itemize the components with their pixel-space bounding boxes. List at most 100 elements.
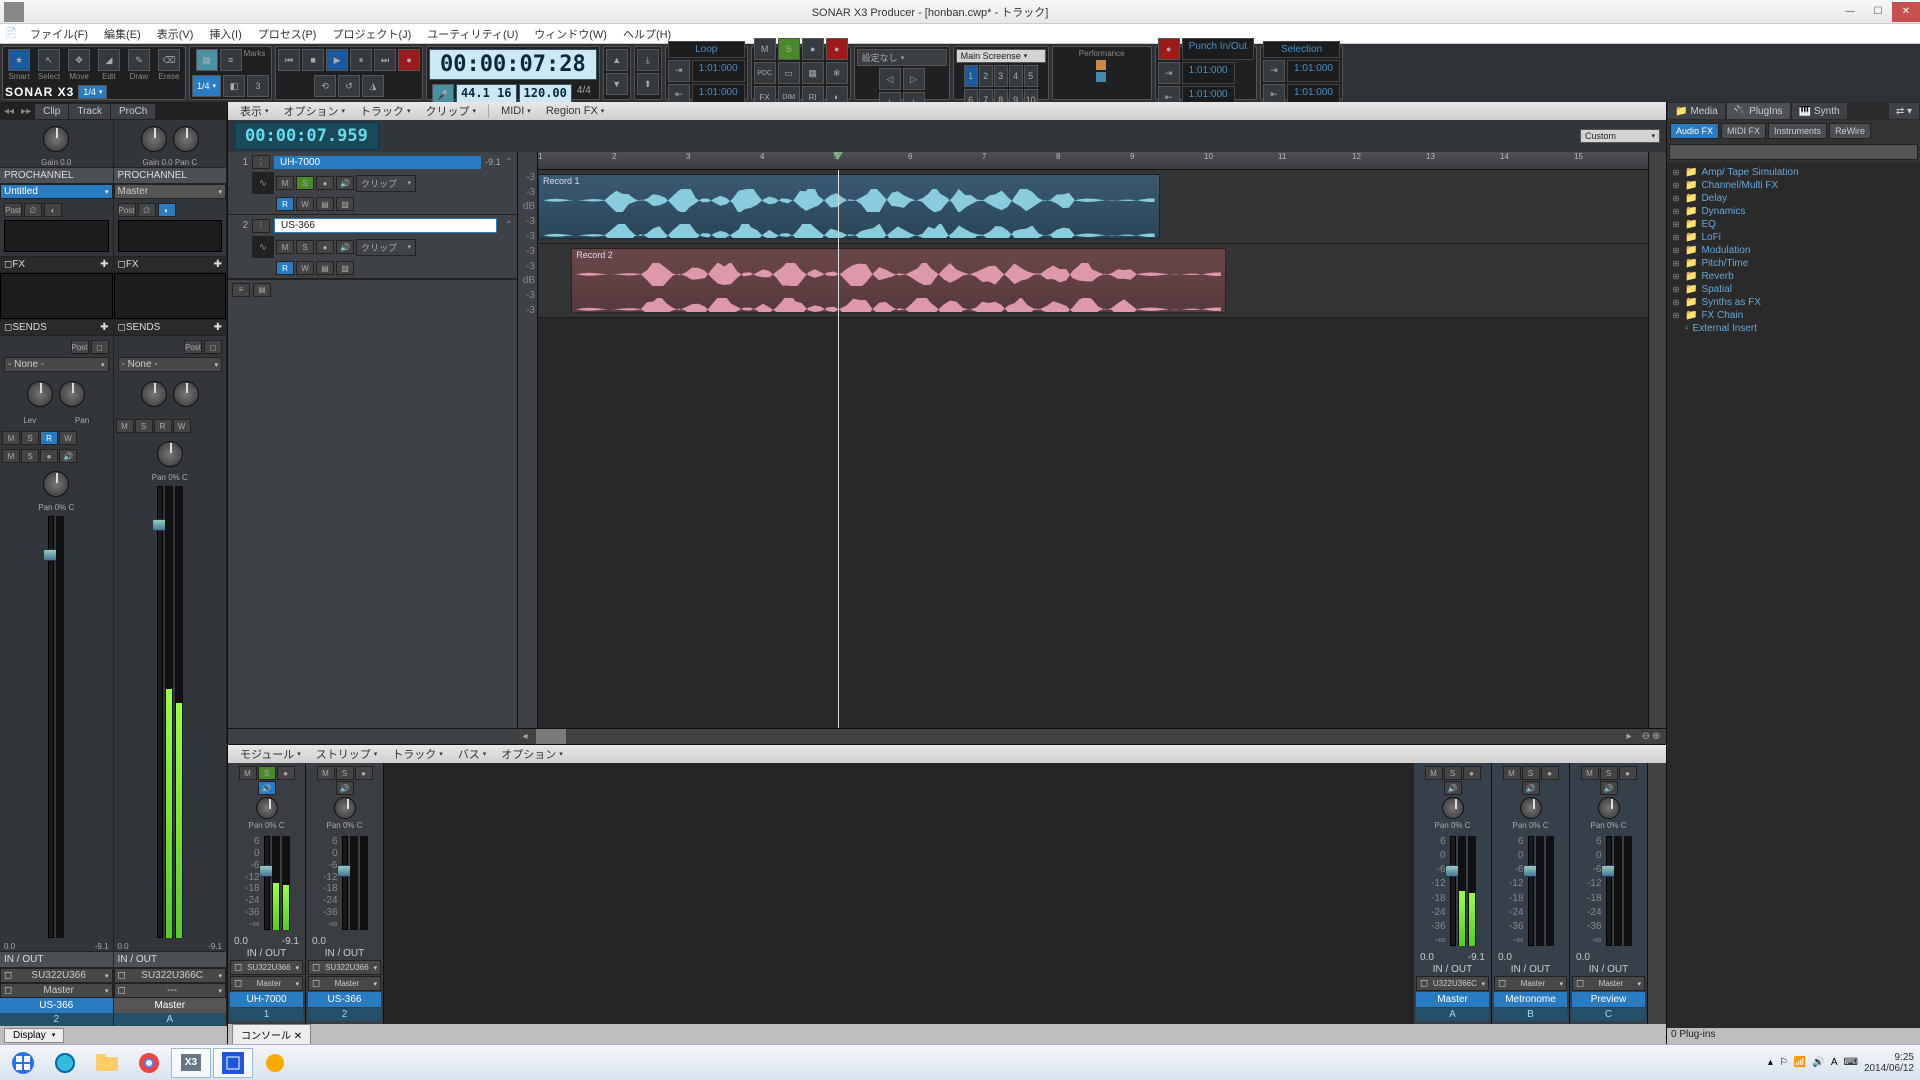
ch-arm[interactable]: ● bbox=[1541, 766, 1559, 780]
clips-area[interactable]: 123456789101112131415 Record 1Record 2 bbox=[538, 152, 1648, 728]
filter-rewire[interactable]: ReWire bbox=[1829, 123, 1871, 139]
select-tool[interactable]: ↖ bbox=[38, 49, 60, 71]
msr-s2-l[interactable]: S bbox=[21, 449, 39, 463]
send-post-l[interactable]: Post bbox=[71, 340, 89, 354]
ch-mute[interactable]: M bbox=[1581, 766, 1599, 780]
pan-knob-r0[interactable] bbox=[173, 126, 199, 152]
menu-insert[interactable]: 挿入(I) bbox=[201, 26, 249, 42]
menu-edit[interactable]: 編集(E) bbox=[96, 26, 149, 42]
fader-l[interactable] bbox=[48, 516, 54, 938]
pdc-button[interactable]: PDC bbox=[754, 62, 776, 84]
ch-name[interactable]: Preview bbox=[1572, 992, 1645, 1007]
bus-strip[interactable]: M S ● 🔊 Pan 0% C 60-6-12-18-24-36-∞ 0.0-… bbox=[1414, 763, 1492, 1024]
expand-icon[interactable]: ⊞ bbox=[1671, 259, 1681, 268]
ch-echo[interactable]: 🔊 bbox=[258, 781, 276, 795]
track-lane[interactable]: Record 2 bbox=[538, 244, 1648, 318]
zoom-out-icon[interactable]: ⊖ bbox=[1642, 731, 1650, 742]
tray-vol-icon[interactable]: 🔊 bbox=[1812, 1057, 1824, 1068]
record-button[interactable]: ● bbox=[398, 49, 420, 71]
msr-r-l[interactable]: R bbox=[40, 431, 58, 445]
tv-clip[interactable]: クリップ bbox=[420, 103, 483, 119]
eq-graph-r[interactable] bbox=[118, 220, 223, 252]
ch-mute[interactable]: M bbox=[1425, 766, 1443, 780]
loop-start[interactable]: 1:01:000 bbox=[692, 60, 745, 82]
task-ie[interactable] bbox=[45, 1048, 85, 1078]
expand-icon[interactable]: ⊞ bbox=[1671, 168, 1681, 177]
track-name-field[interactable]: US-366 bbox=[274, 218, 497, 233]
ch-echo[interactable]: 🔊 bbox=[1600, 781, 1618, 795]
sel-start[interactable]: 1:01:000 bbox=[1287, 60, 1340, 82]
ch-mute[interactable]: M bbox=[1503, 766, 1521, 780]
ch-solo[interactable]: S bbox=[258, 766, 276, 780]
screenset-preset[interactable]: Main Screense bbox=[956, 49, 1046, 63]
msr-m-l[interactable]: M bbox=[2, 431, 20, 445]
track-expand[interactable]: ⋮ bbox=[252, 155, 270, 169]
track-echo[interactable]: 🔊 bbox=[336, 240, 354, 254]
send-pan-r[interactable] bbox=[173, 381, 199, 407]
menu-help[interactable]: ヘルプ(H) bbox=[615, 26, 679, 42]
rtz-button[interactable]: ⏮ bbox=[278, 49, 300, 71]
snap-a[interactable]: 1/4 bbox=[78, 85, 107, 99]
track-expand[interactable]: ⋮ bbox=[252, 219, 270, 233]
start-button[interactable] bbox=[2, 1048, 44, 1078]
task-sonar[interactable]: X3 bbox=[171, 1048, 211, 1078]
eq-graph-l[interactable] bbox=[4, 220, 109, 252]
track-arm[interactable]: ● bbox=[316, 240, 334, 254]
menu-project[interactable]: プロジェクト(J) bbox=[324, 26, 419, 42]
fx-header-r[interactable]: ◻FX✚ bbox=[114, 256, 227, 273]
minimize-button[interactable]: — bbox=[1836, 2, 1864, 22]
filter-instr[interactable]: Instruments bbox=[1768, 123, 1827, 139]
snap-b[interactable]: 1/4 bbox=[192, 75, 221, 97]
tree-item[interactable]: ⊞📁Modulation bbox=[1669, 244, 1918, 257]
ch-arm[interactable]: ● bbox=[355, 766, 373, 780]
fx-bin-l[interactable] bbox=[0, 273, 113, 319]
ch-pan-knob[interactable] bbox=[1520, 797, 1542, 819]
tv-option[interactable]: オプション bbox=[278, 103, 352, 119]
tf-auto-1[interactable]: ▤ bbox=[253, 283, 271, 297]
track-read[interactable]: R bbox=[276, 261, 294, 275]
ch-fader[interactable] bbox=[342, 836, 348, 930]
track-read[interactable]: R bbox=[276, 197, 294, 211]
snap-button[interactable]: ▦ bbox=[196, 49, 218, 71]
ch-name[interactable]: UH-7000 bbox=[230, 992, 303, 1007]
insp-next[interactable]: ▸▸ bbox=[18, 106, 34, 117]
ch-pan-knob[interactable] bbox=[334, 797, 356, 819]
msr-w-r[interactable]: W bbox=[173, 419, 191, 433]
tab-media[interactable]: 📁 Media bbox=[1668, 103, 1725, 119]
zoom-in-icon[interactable]: ⊕ bbox=[1652, 731, 1660, 742]
transport-time[interactable]: 00:00:07:28 bbox=[429, 49, 597, 80]
freeze[interactable]: ❄ bbox=[826, 62, 848, 84]
tray-kb-icon[interactable]: ⌨ bbox=[1844, 1057, 1858, 1068]
task-app2[interactable] bbox=[213, 1048, 253, 1078]
ch-name[interactable]: Master bbox=[1416, 992, 1489, 1007]
tree-item[interactable]: ⊞📁Synths as FX bbox=[1669, 296, 1918, 309]
track-write[interactable]: W bbox=[296, 197, 314, 211]
pan-knob-l[interactable] bbox=[43, 471, 69, 497]
tree-item[interactable]: ▫External Insert bbox=[1669, 322, 1918, 335]
ch-fader[interactable] bbox=[1528, 836, 1534, 946]
msr-m2-l[interactable]: M bbox=[2, 449, 20, 463]
screenset-1[interactable]: 1 bbox=[964, 65, 978, 87]
step-dn[interactable]: ▼ bbox=[606, 73, 628, 95]
hscroll-thumb[interactable] bbox=[536, 729, 566, 744]
track-lanes[interactable]: ▧ bbox=[336, 261, 354, 275]
screenset-3[interactable]: 3 bbox=[994, 65, 1008, 87]
track-header[interactable]: 1 ⋮ UH-7000 -9.1 ⌃ ∿ M S ● 🔊 クリップ R W ▤ … bbox=[228, 152, 517, 215]
ch-pan-knob[interactable] bbox=[256, 797, 278, 819]
menu-process[interactable]: プロセス(P) bbox=[250, 26, 325, 42]
track-collapse-icon[interactable]: ⌃ bbox=[505, 220, 513, 231]
out-l[interactable]: ◻Master bbox=[0, 983, 113, 998]
gain-knob-r[interactable] bbox=[141, 126, 167, 152]
tab-track[interactable]: Track bbox=[69, 104, 110, 119]
send-pan-l[interactable] bbox=[59, 381, 85, 407]
con-option[interactable]: オプション bbox=[495, 746, 569, 762]
ch-pan-knob[interactable] bbox=[1442, 797, 1464, 819]
now-time[interactable]: 00:00:07.959 bbox=[234, 122, 379, 150]
export-button[interactable]: ⤓ bbox=[637, 49, 659, 71]
expand-icon[interactable]: ⊞ bbox=[1671, 233, 1681, 242]
expand-icon[interactable]: ⊞ bbox=[1671, 298, 1681, 307]
post-l[interactable]: Post bbox=[4, 203, 22, 217]
tray-up-icon[interactable]: ▴ bbox=[1768, 1057, 1773, 1068]
in-l[interactable]: ◻SU322U366 bbox=[0, 968, 113, 983]
time-ruler[interactable]: 123456789101112131415 bbox=[538, 152, 1648, 170]
